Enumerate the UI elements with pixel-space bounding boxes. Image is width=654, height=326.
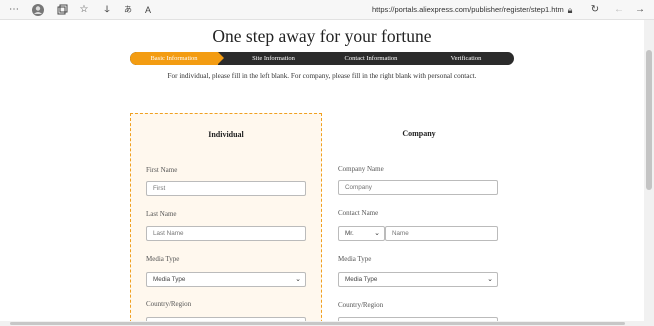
refresh-icon[interactable]: ↻ <box>589 3 601 17</box>
step-verification: Verification <box>450 55 482 62</box>
step-basic-information: Basic Information <box>130 52 224 65</box>
contact-name-input[interactable] <box>385 226 498 241</box>
company-name-input[interactable] <box>338 180 498 195</box>
horizontal-scrollbar[interactable] <box>0 321 654 326</box>
chevron-down-icon: ⌄ <box>487 276 493 283</box>
media-type-label: Media Type <box>146 255 180 263</box>
company-media-type-label: Media Type <box>338 255 372 263</box>
lock-icon: 🔒︎ <box>567 5 573 15</box>
step-site-information: Site Information <box>252 55 295 62</box>
company-name-label: Company Name <box>338 165 384 173</box>
page-content: One step away for your fortune Basic Inf… <box>0 20 644 321</box>
contact-name-label: Contact Name <box>338 209 379 217</box>
favorites-icon[interactable]: ☆ <box>77 3 91 17</box>
company-title: Company <box>402 129 436 138</box>
salutation-select[interactable]: Mr. ⌄ <box>338 226 385 241</box>
vertical-scroll-thumb[interactable] <box>646 50 652 190</box>
text-size-icon[interactable]: A <box>141 3 155 17</box>
company-panel: Company Company Name Contact Name Mr. ⌄ … <box>323 113 515 321</box>
progress-steps: Basic Information Site Information Conta… <box>130 52 514 65</box>
back-icon[interactable]: ← <box>613 3 625 17</box>
chevron-down-icon: ⌄ <box>374 230 380 237</box>
vertical-scrollbar[interactable] <box>644 20 654 321</box>
step-contact-information: Contact Information <box>344 55 398 62</box>
browser-toolbar: ⋯ ☆ ↆ あ A https://portals.aliexpress.com… <box>0 0 654 20</box>
address-bar[interactable]: https://portals.aliexpress.com/publisher… <box>372 3 564 17</box>
tabs-icon[interactable] <box>55 3 69 17</box>
media-type-select[interactable]: Media Type ⌄ <box>146 272 306 287</box>
company-media-type-value: Media Type <box>345 276 378 283</box>
instruction-text: For individual, please fill in the left … <box>167 72 477 80</box>
first-name-input[interactable] <box>146 181 306 196</box>
chevron-down-icon: ⌄ <box>295 276 301 283</box>
media-type-value: Media Type <box>153 276 186 283</box>
country-label: Country/Region <box>146 300 192 308</box>
read-aloud-icon[interactable]: ↆ <box>100 3 114 17</box>
profile-icon[interactable] <box>31 3 45 17</box>
more-icon[interactable]: ⋯ <box>8 3 20 17</box>
forward-icon[interactable]: → <box>634 3 646 17</box>
company-country-label: Country/Region <box>338 301 384 309</box>
page-title: One step away for your fortune <box>212 26 432 46</box>
individual-title: Individual <box>208 130 244 139</box>
first-name-label: First Name <box>146 166 178 174</box>
horizontal-scroll-thumb[interactable] <box>10 322 625 325</box>
individual-panel: Individual First Name Last Name Media Ty… <box>130 113 322 321</box>
translate-icon[interactable]: あ <box>121 3 135 17</box>
last-name-label: Last Name <box>146 210 177 218</box>
salutation-value: Mr. <box>345 230 354 237</box>
last-name-input[interactable] <box>146 226 306 241</box>
company-media-type-select[interactable]: Media Type ⌄ <box>338 272 498 287</box>
